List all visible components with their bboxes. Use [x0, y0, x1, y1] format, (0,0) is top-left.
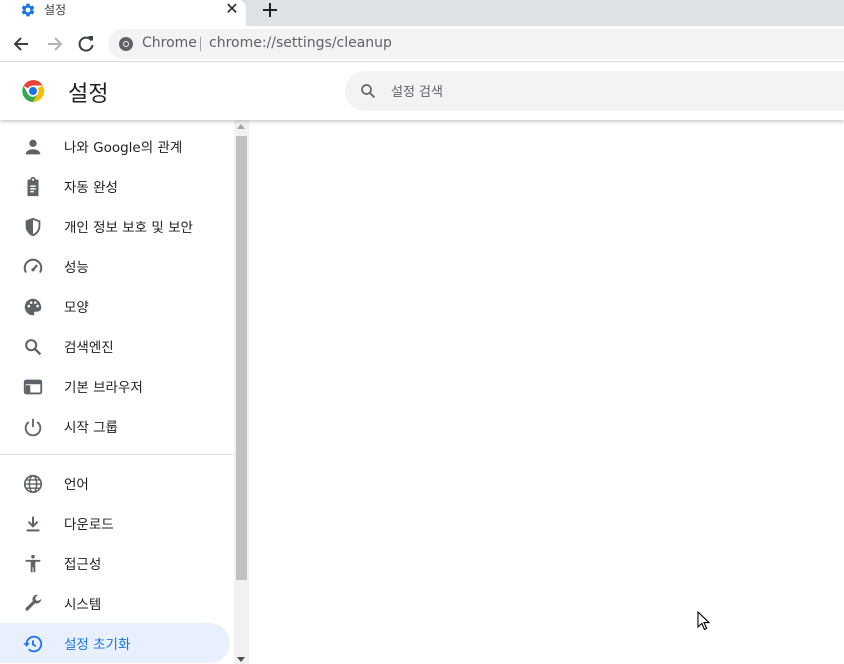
sidebar-item-label: 시스템 [64, 597, 102, 613]
gear-icon [21, 3, 35, 17]
sidebar-item-downloads[interactable]: 다운로드 [0, 503, 230, 543]
power-icon [24, 418, 42, 437]
sidebar-item-label: 다운로드 [64, 517, 114, 533]
palette-icon [24, 298, 42, 316]
sidebar-item-label: 접근성 [64, 557, 102, 573]
globe-icon [23, 474, 43, 494]
settings-sidebar: 나와 Google의 관계 자동 완성 개인 정보 보호 및 보안 성능 모양 … [0, 120, 234, 664]
sidebar-item-label: 언어 [64, 477, 89, 493]
person-icon [25, 139, 41, 155]
reload-icon[interactable] [76, 34, 96, 54]
sidebar-item-label: 기본 브라우저 [64, 380, 143, 396]
scroll-down-arrow-icon[interactable] [237, 657, 245, 662]
browser-window-icon [23, 379, 43, 395]
sidebar-scrollbar[interactable] [234, 120, 249, 664]
search-placeholder: 설정 검색 [391, 85, 443, 100]
sidebar-item-label: 설정 초기화 [64, 637, 131, 653]
sidebar-item-label: 모양 [64, 300, 89, 316]
sidebar-item-search-engine[interactable]: 검색엔진 [0, 326, 230, 366]
omnibox-chip-label: Chrome [142, 35, 197, 51]
mouse-pointer-icon [697, 611, 711, 631]
browser-toolbar: Chrome chrome://settings/cleanup [0, 26, 844, 62]
url-text[interactable]: chrome://settings/cleanup [209, 35, 392, 51]
omnibox-separator [200, 37, 201, 51]
tab-strip: 설정 ✕ [0, 0, 844, 26]
sidebar-item-appearance[interactable]: 모양 [0, 286, 230, 326]
chrome-site-icon[interactable] [118, 36, 134, 52]
sidebar-item-on-startup[interactable]: 시작 그룹 [0, 406, 230, 446]
sidebar-item-label: 나와 Google의 관계 [64, 140, 183, 156]
accessibility-icon [25, 554, 41, 573]
page-title: 설정 [68, 82, 109, 107]
sidebar-item-label: 시작 그룹 [64, 420, 118, 436]
sidebar-item-default-browser[interactable]: 기본 브라우저 [0, 366, 230, 406]
settings-header: 설정 설정 검색 [0, 62, 844, 120]
address-bar[interactable]: Chrome chrome://settings/cleanup [108, 29, 844, 59]
speedometer-icon [23, 258, 43, 274]
tab-title: 설정 [44, 3, 67, 17]
sidebar-item-system[interactable]: 시스템 [0, 583, 230, 623]
close-icon[interactable]: ✕ [223, 1, 241, 19]
sidebar-item-you-and-google[interactable]: 나와 Google의 관계 [0, 126, 230, 166]
sidebar-item-label: 개인 정보 보호 및 보안 [64, 220, 193, 236]
tab-settings[interactable]: 설정 ✕ [0, 0, 246, 26]
clipboard-icon [27, 176, 39, 197]
sidebar-item-label: 검색엔진 [64, 340, 114, 356]
sidebar-item-performance[interactable]: 성능 [0, 246, 230, 286]
settings-main-content [249, 120, 844, 664]
sidebar-item-autofill[interactable]: 자동 완성 [0, 166, 230, 206]
sidebar-item-languages[interactable]: 언어 [0, 463, 230, 503]
chrome-logo-icon [22, 80, 45, 102]
wrench-icon [25, 594, 42, 611]
forward-arrow-icon[interactable] [44, 34, 64, 54]
search-icon [25, 339, 42, 356]
scroll-up-arrow-icon[interactable] [237, 124, 245, 129]
sidebar-item-label: 성능 [64, 260, 89, 276]
sidebar-item-accessibility[interactable]: 접근성 [0, 543, 230, 583]
shield-icon [25, 217, 41, 237]
scrollbar-thumb[interactable] [236, 136, 247, 580]
back-arrow-icon[interactable] [12, 34, 32, 54]
sidebar-item-label: 자동 완성 [64, 180, 118, 196]
new-tab-plus-icon[interactable] [259, 0, 281, 20]
settings-search-input[interactable]: 설정 검색 [345, 71, 844, 111]
history-icon [23, 635, 43, 653]
download-icon [26, 516, 40, 532]
sidebar-item-reset-settings[interactable]: 설정 초기화 [0, 623, 230, 663]
sidebar-item-privacy-security[interactable]: 개인 정보 보호 및 보안 [0, 206, 230, 246]
search-icon [361, 84, 376, 99]
sidebar-divider [0, 454, 234, 455]
